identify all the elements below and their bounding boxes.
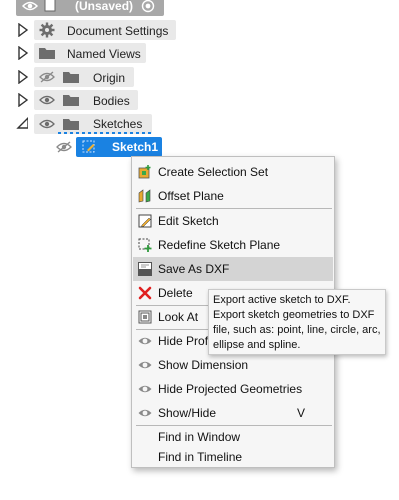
edit-sketch-icon xyxy=(138,214,152,228)
menu-item-hide-projected-geometries[interactable]: Hide Projected Geometries xyxy=(133,377,333,401)
eye-icon[interactable] xyxy=(39,94,55,106)
tooltip-line: ellipse and spline. xyxy=(213,339,301,351)
eye-hidden-icon[interactable] xyxy=(56,141,72,153)
menu-item-create-selection-set[interactable]: Create Selection Set xyxy=(133,160,333,184)
dotted-underline xyxy=(58,132,152,134)
menu-item-find-in-timeline[interactable]: Find in Timeline xyxy=(133,445,333,469)
menu-item-label: Show/Hide xyxy=(158,406,217,420)
tooltip-line: file, such as: point, line, circle, arc, xyxy=(213,324,381,336)
look-at-icon xyxy=(138,310,152,324)
item-label: Bodies xyxy=(93,94,130,108)
menu-item-label: Hide Projected Geometries xyxy=(158,382,303,396)
eye-icon xyxy=(138,409,152,417)
menu-item-label: Find in Timeline xyxy=(158,450,243,464)
shortcut-key: V xyxy=(297,406,306,420)
menu-item-label: Create Selection Set xyxy=(158,165,269,179)
tooltip-line: Export active sketch to DXF. xyxy=(213,294,351,306)
expand-triangle-icon[interactable] xyxy=(17,70,29,84)
menu-item-label: Show Dimension xyxy=(158,358,249,372)
expand-triangle-icon[interactable] xyxy=(17,46,29,60)
item-label: Origin xyxy=(93,71,126,85)
expand-triangle-icon[interactable] xyxy=(17,23,29,37)
eye-hidden-icon[interactable] xyxy=(39,71,55,83)
eye-icon xyxy=(138,361,152,369)
selection-set-icon xyxy=(138,165,151,179)
eye-icon xyxy=(138,385,152,393)
menu-item-show-hide[interactable]: Show/Hide V xyxy=(133,401,333,425)
menu-item-label: Delete xyxy=(158,286,193,300)
activate-icon[interactable] xyxy=(141,0,155,13)
expand-triangle-icon[interactable] xyxy=(17,93,29,107)
collapse-triangle-icon[interactable] xyxy=(16,116,28,130)
item-label: Document Settings xyxy=(67,24,169,38)
dxf-icon xyxy=(138,262,152,276)
menu-item-offset-plane[interactable]: Offset Plane xyxy=(133,184,333,208)
menu-item-save-as-dxf[interactable]: Save As DXF xyxy=(133,257,333,281)
eye-icon xyxy=(138,337,152,345)
item-label: Named Views xyxy=(67,47,141,61)
item-label: Sketch1 xyxy=(112,140,159,154)
menu-item-show-dimension[interactable]: Show Dimension xyxy=(133,353,333,377)
menu-item-label: Find in Window xyxy=(158,430,241,444)
eye-icon[interactable] xyxy=(39,118,55,130)
gear-icon xyxy=(39,22,55,38)
delete-icon xyxy=(138,286,152,300)
sketch-icon xyxy=(82,140,95,153)
offset-plane-icon xyxy=(138,189,151,203)
menu-item-redefine-sketch-plane[interactable]: Redefine Sketch Plane xyxy=(133,233,333,257)
document-icon xyxy=(44,0,56,12)
tooltip-line: Export sketch geometries to DXF xyxy=(213,309,375,321)
menu-item-label: Save As DXF xyxy=(158,262,230,276)
tooltip: Export active sketch to DXF. Export sket… xyxy=(208,289,386,355)
menu-item-edit-sketch[interactable]: Edit Sketch xyxy=(133,209,333,233)
redefine-plane-icon xyxy=(138,238,152,252)
menu-item-label: Redefine Sketch Plane xyxy=(158,238,281,252)
folder-icon xyxy=(39,48,55,59)
folder-icon xyxy=(63,119,79,130)
item-label: Sketches xyxy=(93,117,143,131)
folder-icon xyxy=(63,72,79,83)
folder-icon xyxy=(63,95,79,106)
menu-item-label: Look At xyxy=(158,310,199,324)
root-label: (Unsaved) xyxy=(75,0,134,13)
menu-item-label: Edit Sketch xyxy=(158,214,219,228)
eye-icon[interactable] xyxy=(22,0,38,12)
menu-item-label: Offset Plane xyxy=(158,189,224,203)
